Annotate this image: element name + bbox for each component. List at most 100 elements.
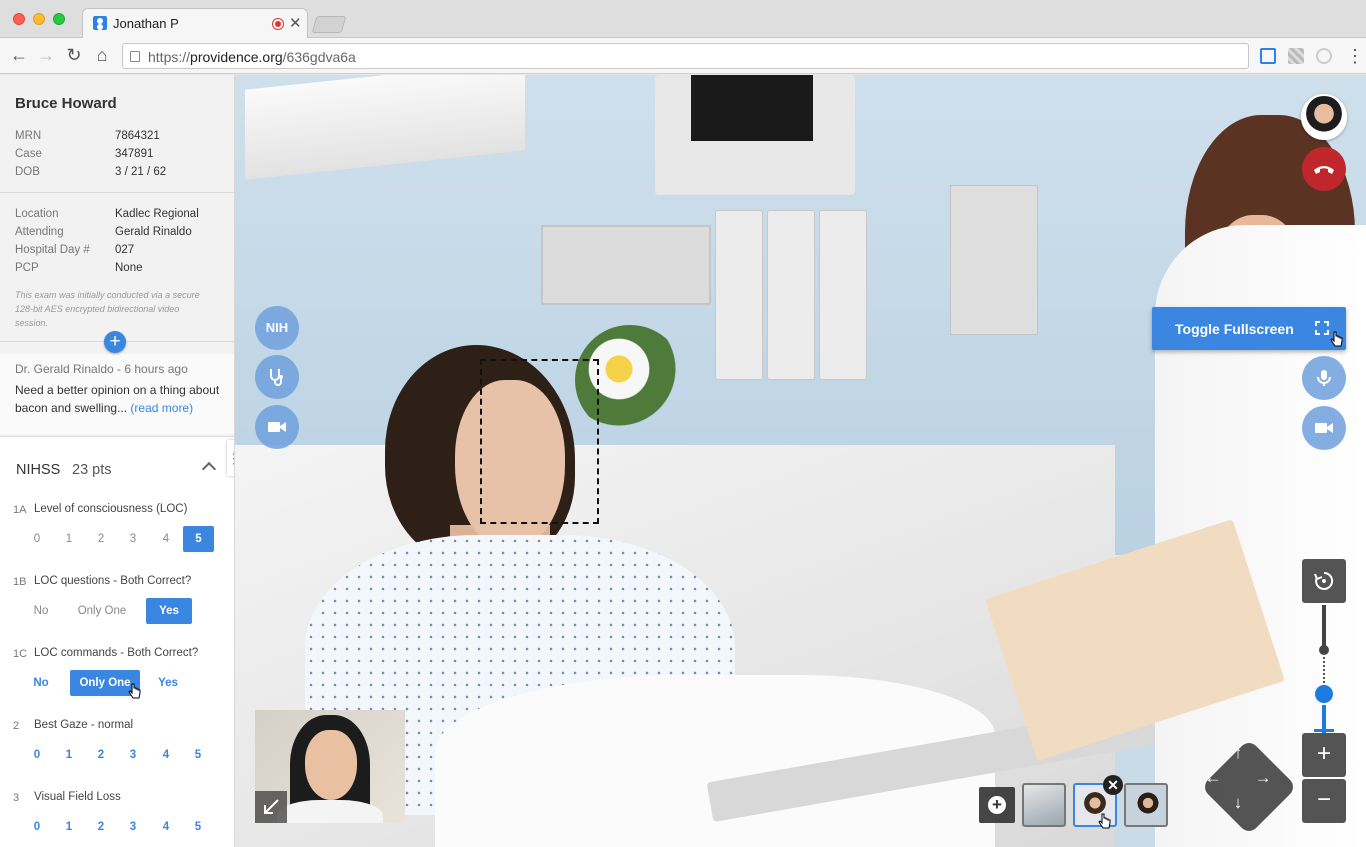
reset-view-button[interactable] bbox=[1302, 559, 1346, 603]
microphone-button[interactable] bbox=[1302, 356, 1346, 400]
nih-button[interactable]: NIH bbox=[255, 306, 299, 350]
window-zoom-button[interactable] bbox=[53, 13, 65, 25]
reset-view-icon bbox=[1314, 571, 1334, 590]
add-note-button[interactable]: + bbox=[104, 331, 126, 353]
browser-menu-icon[interactable]: ⋮ bbox=[1346, 46, 1364, 67]
forward-button[interactable]: → bbox=[35, 44, 57, 66]
option-button[interactable]: 0 bbox=[28, 814, 46, 840]
case-value: 347891 bbox=[115, 148, 154, 160]
collapse-self-view-button[interactable] bbox=[255, 791, 287, 823]
option-button[interactable]: 2 bbox=[92, 526, 110, 552]
option-button[interactable]: 2 bbox=[92, 742, 110, 768]
video-stage[interactable]: NIH Toggle Fullscreen + − ↑ ↓ ← → + ✕ bbox=[235, 75, 1366, 847]
encryption-disclaimer: This exam was initially conducted via a … bbox=[15, 290, 200, 328]
option-button-selected[interactable]: Yes bbox=[146, 598, 192, 624]
participant-thumbnail[interactable] bbox=[1022, 783, 1066, 827]
option-button[interactable]: 4 bbox=[157, 526, 175, 552]
zoom-in-button[interactable]: + bbox=[1302, 733, 1346, 777]
wall-outlets bbox=[541, 225, 711, 305]
option-button[interactable]: No bbox=[28, 670, 54, 696]
question-number: 2 bbox=[13, 720, 20, 732]
new-tab-button[interactable] bbox=[311, 16, 347, 33]
remove-participant-button[interactable]: ✕ bbox=[1103, 775, 1123, 795]
back-button[interactable]: ← bbox=[8, 44, 30, 66]
hospital-day-label: Hospital Day # bbox=[15, 244, 90, 256]
chevron-up-icon[interactable] bbox=[201, 461, 217, 477]
option-button[interactable]: 3 bbox=[124, 742, 142, 768]
option-button[interactable]: 3 bbox=[124, 814, 142, 840]
option-button[interactable]: Yes bbox=[154, 670, 182, 696]
option-button[interactable]: 4 bbox=[157, 814, 175, 840]
stethoscope-button[interactable] bbox=[255, 355, 299, 399]
address-bar[interactable]: https://providence.org/636gdva6a bbox=[122, 43, 1249, 69]
patient-name: Bruce Howard bbox=[15, 95, 117, 112]
note-author: Dr. Gerald Rinaldo - 6 hours ago bbox=[15, 362, 188, 376]
screencast-extension-icon[interactable] bbox=[1260, 48, 1276, 64]
nihss-card: NIHSS 23 pts bbox=[0, 436, 234, 847]
participant-thumbnail[interactable] bbox=[1124, 783, 1168, 827]
hangup-button[interactable] bbox=[1302, 147, 1346, 191]
video-camera-icon bbox=[1315, 423, 1333, 433]
browser-tab[interactable]: Jonathan P ✕ bbox=[82, 8, 308, 39]
zoom-out-button[interactable]: − bbox=[1302, 779, 1346, 823]
question-number: 1B bbox=[13, 576, 27, 588]
camera-button[interactable] bbox=[255, 405, 299, 449]
remote-participant-avatar[interactable] bbox=[1301, 94, 1347, 140]
question-label: Best Gaze - normal bbox=[34, 719, 134, 731]
option-button[interactable]: 4 bbox=[157, 742, 175, 768]
option-button[interactable]: 3 bbox=[124, 526, 142, 552]
fullscreen-icon[interactable] bbox=[1315, 321, 1329, 335]
extension-circle-icon[interactable] bbox=[1316, 48, 1332, 64]
window-close-button[interactable] bbox=[13, 13, 25, 25]
browser-toolbar: ← → ↻ ⌂ https://providence.org/636gdva6a… bbox=[0, 38, 1366, 74]
pan-right-button[interactable]: → bbox=[1254, 769, 1272, 787]
record-icon bbox=[272, 18, 284, 30]
option-button[interactable]: 1 bbox=[60, 526, 78, 552]
option-button[interactable]: 1 bbox=[60, 742, 78, 768]
iv-pump bbox=[819, 210, 867, 380]
option-button[interactable]: 0 bbox=[28, 526, 46, 552]
option-button[interactable]: 2 bbox=[92, 814, 110, 840]
pan-left-button[interactable]: ← bbox=[1204, 769, 1222, 787]
zoom-slider-handle[interactable] bbox=[1315, 685, 1333, 703]
fullscreen-tooltip[interactable]: Toggle Fullscreen bbox=[1152, 307, 1346, 350]
pan-up-button[interactable]: ↑ bbox=[1229, 744, 1247, 762]
dob-value: 3 / 21 / 62 bbox=[115, 166, 167, 178]
microphone-icon bbox=[1317, 370, 1331, 386]
option-button[interactable]: 0 bbox=[28, 742, 46, 768]
video-toggle-button[interactable] bbox=[1302, 406, 1346, 450]
location-value: Kadlec Regional bbox=[115, 208, 199, 220]
nihss-points: 23 pts bbox=[72, 462, 112, 478]
pan-down-button[interactable]: ↓ bbox=[1229, 794, 1247, 812]
option-button[interactable]: 1 bbox=[60, 814, 78, 840]
pcp-value: None bbox=[115, 262, 143, 274]
option-button-selected[interactable]: 5 bbox=[183, 526, 214, 552]
option-button[interactable]: 5 bbox=[189, 814, 207, 840]
location-label: Location bbox=[15, 208, 59, 220]
self-view-video[interactable] bbox=[255, 710, 405, 823]
extension-icon[interactable] bbox=[1288, 48, 1304, 64]
zoom-slider[interactable] bbox=[1314, 605, 1334, 733]
wall-unit bbox=[950, 185, 1038, 335]
nihss-menu-icon[interactable]: ⋮ bbox=[227, 440, 234, 476]
face-focus-box[interactable] bbox=[480, 359, 599, 524]
video-camera-icon bbox=[268, 422, 286, 432]
user-icon bbox=[93, 16, 107, 30]
mrn-label: MRN bbox=[15, 130, 42, 142]
stethoscope-icon bbox=[270, 369, 283, 386]
fullscreen-tooltip-label: Toggle Fullscreen bbox=[1175, 321, 1294, 337]
add-participant-button[interactable]: + bbox=[979, 787, 1015, 823]
nihss-title: NIHSS bbox=[16, 462, 61, 478]
question-label: LOC questions - Both Correct? bbox=[34, 575, 192, 587]
tab-close-icon[interactable]: ✕ bbox=[289, 14, 302, 32]
window-minimize-button[interactable] bbox=[33, 13, 45, 25]
option-button[interactable]: 5 bbox=[189, 742, 207, 768]
attending-value: Gerald Rinaldo bbox=[115, 226, 192, 238]
home-button[interactable]: ⌂ bbox=[91, 44, 113, 66]
read-more-link[interactable]: (read more) bbox=[130, 401, 193, 415]
case-label: Case bbox=[15, 148, 42, 160]
option-button[interactable]: No bbox=[28, 598, 54, 624]
reload-button[interactable]: ↻ bbox=[63, 44, 85, 66]
patient-panel: Bruce Howard MRN 7864321 Case 347891 DOB… bbox=[0, 75, 235, 847]
option-button[interactable]: Only One bbox=[70, 598, 134, 624]
